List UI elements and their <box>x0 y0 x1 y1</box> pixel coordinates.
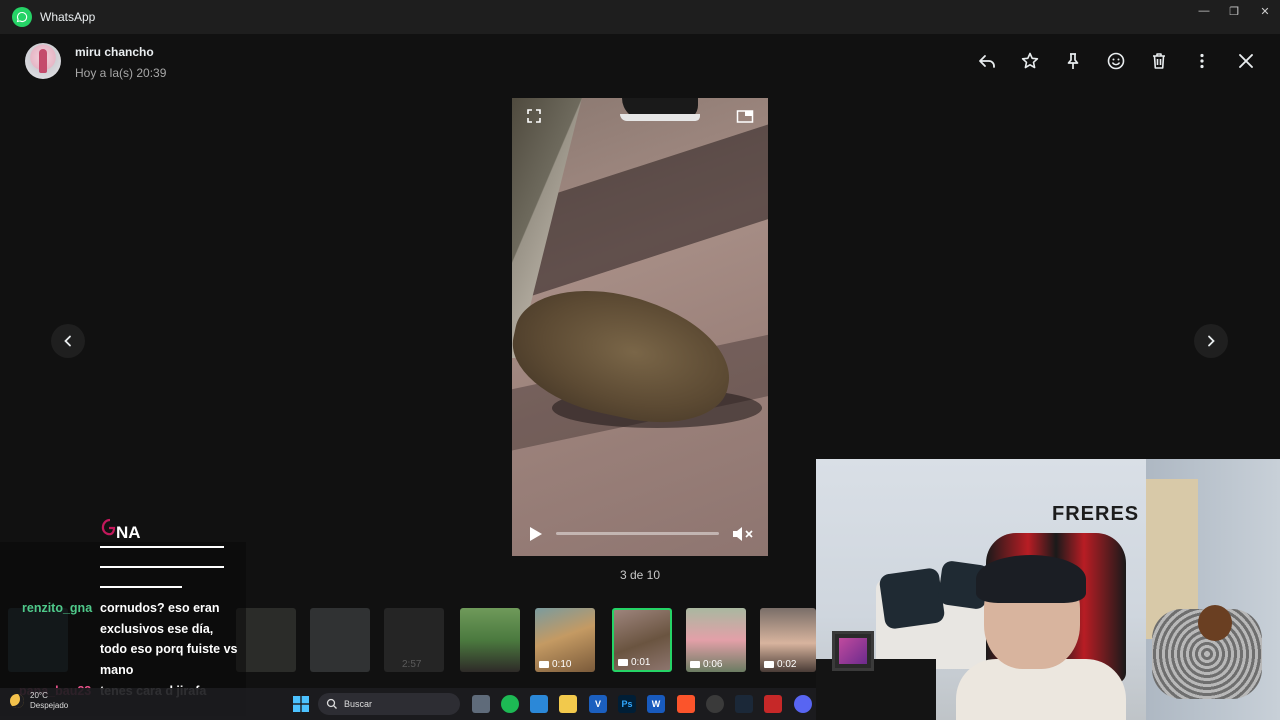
volume-muted-icon <box>733 527 753 541</box>
wall-sign: FRERES <box>1052 503 1140 525</box>
file-explorer-icon[interactable] <box>559 695 577 713</box>
webcam-overlay: FRERES <box>816 459 1280 720</box>
video-camera-icon <box>690 661 700 668</box>
windows-start-icon[interactable] <box>292 695 310 713</box>
previous-media-button[interactable] <box>51 324 85 358</box>
play-button[interactable] <box>524 523 546 545</box>
emoji-reaction-icon[interactable] <box>1105 50 1127 72</box>
thumbnail[interactable] <box>310 608 370 672</box>
weather-description: Despejado <box>30 701 69 710</box>
next-media-button[interactable] <box>1194 324 1228 358</box>
contact-name: miru chancho <box>75 45 154 59</box>
thumbnail-selected[interactable]: 0:01 <box>612 608 672 672</box>
minimize-button[interactable]: — <box>1189 0 1219 22</box>
taskbar: 20°C Despejado Buscar V Ps W <box>0 688 816 720</box>
notepad-icon[interactable] <box>530 695 548 713</box>
app-title: WhatsApp <box>40 10 96 24</box>
weather-temperature: 20°C <box>30 691 48 700</box>
discord-icon[interactable] <box>794 695 812 713</box>
search-icon <box>326 698 337 709</box>
mute-button[interactable] <box>730 523 756 545</box>
delete-icon[interactable] <box>1148 50 1170 72</box>
close-viewer-icon[interactable] <box>1235 50 1257 72</box>
thumbnail[interactable]: 0:06 <box>686 608 746 672</box>
thumbnail[interactable]: 0:10 <box>535 608 595 672</box>
brave-browser-icon[interactable] <box>677 695 695 713</box>
more-options-icon[interactable] <box>1191 50 1213 72</box>
taskbar-search[interactable]: Buscar <box>318 693 460 715</box>
whatsapp-logo-icon <box>12 7 32 27</box>
search-placeholder: Buscar <box>344 699 373 709</box>
media-viewer-header: miru chancho Hoy a la(s) 20:39 <box>0 34 1280 90</box>
video-camera-icon <box>539 661 549 668</box>
play-icon <box>530 527 542 541</box>
chevron-left-icon <box>64 335 71 347</box>
chat-message-text: cornudos? eso eran exclusivos ese día, t… <box>100 601 238 677</box>
fullscreen-icon[interactable] <box>526 108 542 129</box>
weather-widget[interactable]: 20°C Despejado <box>10 691 68 711</box>
task-view-icon[interactable] <box>472 695 490 713</box>
video-camera-icon <box>618 659 628 666</box>
restore-button[interactable]: ❐ <box>1219 0 1249 22</box>
thumbnail[interactable] <box>460 608 520 672</box>
svg-text:NA: NA <box>116 523 141 542</box>
media-counter: 3 de 10 <box>619 568 661 582</box>
app-red-icon[interactable] <box>764 695 782 713</box>
spotify-icon[interactable] <box>501 695 519 713</box>
message-timestamp: Hoy a la(s) 20:39 <box>75 66 167 80</box>
chevron-right-icon <box>1208 335 1215 347</box>
star-icon[interactable] <box>1019 50 1041 72</box>
pin-icon[interactable] <box>1062 50 1084 72</box>
obs-icon[interactable] <box>706 695 724 713</box>
moon-icon <box>10 694 24 708</box>
app-v-icon[interactable]: V <box>589 695 607 713</box>
chat-username: renzito_gna <box>22 601 93 615</box>
avatar[interactable] <box>25 43 61 79</box>
steam-icon[interactable] <box>735 695 753 713</box>
gna-logo-icon: NA <box>100 516 144 546</box>
reply-icon[interactable] <box>976 50 998 72</box>
video-progress-bar[interactable] <box>556 532 719 535</box>
thumbnail[interactable]: 2:57 <box>384 608 444 672</box>
title-bar: WhatsApp — ❐ ✕ <box>0 0 1280 34</box>
video-camera-icon <box>764 661 774 668</box>
video-player[interactable] <box>512 98 768 556</box>
word-icon[interactable]: W <box>647 695 665 713</box>
window-close-button[interactable]: ✕ <box>1250 0 1280 22</box>
photoshop-icon[interactable]: Ps <box>618 695 636 713</box>
thumbnail[interactable]: 0:02 <box>760 608 816 672</box>
picture-in-picture-icon[interactable] <box>736 108 754 129</box>
